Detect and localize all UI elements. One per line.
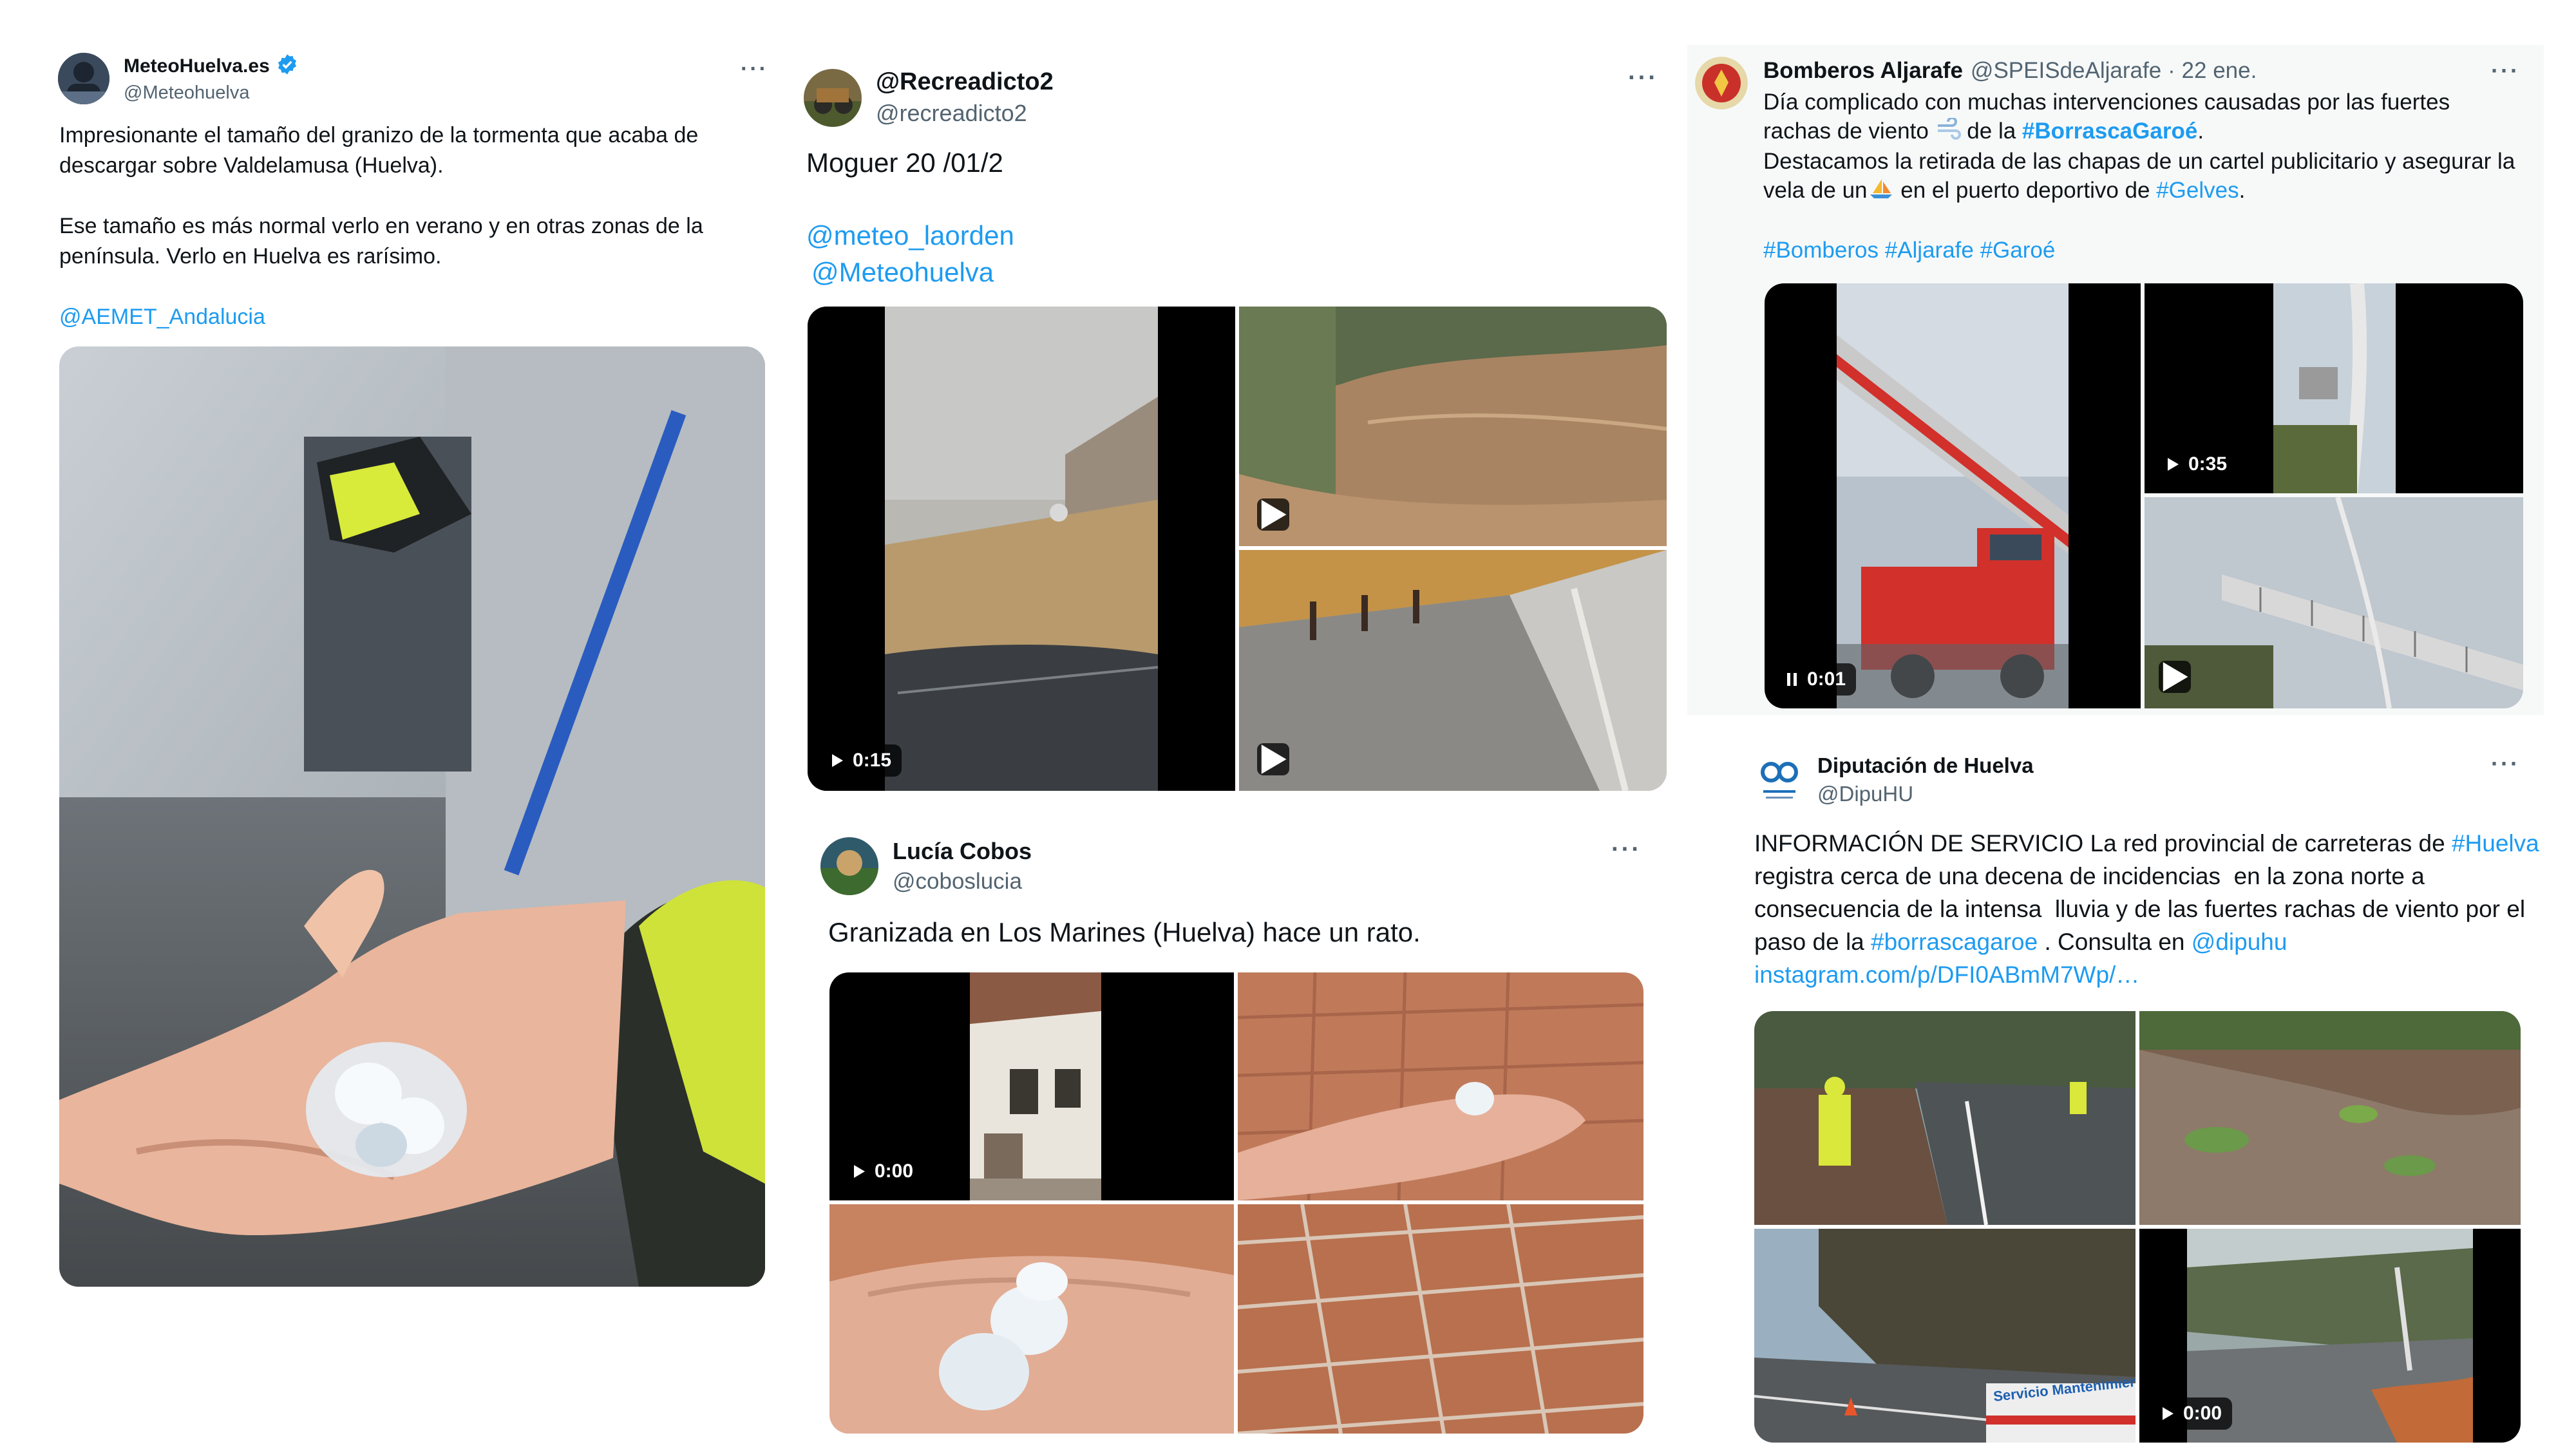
hashtag-link[interactable]: #Garoé (1980, 238, 2056, 263)
mention-link[interactable]: @AEMET_Andalucia (59, 302, 774, 332)
text-line: paso de la #borrascagaroe . Consulta en … (1754, 929, 2287, 955)
tweet-recreadicto2[interactable]: @Recreadicto2 @recreadicto2 ··· Moguer 2… (799, 39, 1674, 837)
hail-closeup-in-hand-photo[interactable] (829, 1204, 1234, 1434)
tweet-text: Moguer 20 /01/2 @meteo_laorden @Meteohue… (806, 144, 1643, 290)
tweet-diputacion-huelva[interactable]: Diputación de Huelva @DipuHU ··· INFORMA… (1687, 728, 2544, 1443)
more-options-icon[interactable]: ··· (1611, 837, 1642, 862)
text-line: consecuencia de la intensa lluvia y de l… (1754, 896, 2526, 922)
display-name[interactable]: Bomberos Aljarafe (1763, 58, 1963, 84)
video-duration: 0:01 (1807, 668, 1846, 690)
tweet-bomberos-aljarafe[interactable]: Bomberos Aljarafe @SPEISdeAljarafe · 22 … (1687, 45, 2544, 715)
display-name[interactable]: MeteoHuelva.es (124, 55, 270, 77)
play-icon (2166, 457, 2179, 471)
hashtag-link[interactable]: #Bomberos (1763, 238, 1879, 263)
play-icon (831, 753, 844, 768)
tweet-media[interactable]: 0:00 (829, 972, 1643, 1434)
text-line: vela de un en el puerto deportivo de #Ge… (1763, 176, 2536, 206)
video-duration-badge: 0:35 (2156, 448, 2238, 480)
tweet-text: Impresionante el tamaño del granizo de l… (59, 120, 774, 332)
display-name[interactable]: @Recreadicto2 (876, 68, 1054, 96)
play-icon[interactable] (1257, 743, 1289, 775)
workers-on-road-photo[interactable] (1754, 1011, 2136, 1225)
hashtag-list: #Bomberos #Aljarafe #Garoé (1763, 236, 2536, 265)
text-line: rachas de viento de la #BorrascaGaroé. (1763, 117, 2536, 147)
video-duration-badge: 0:01 (1776, 663, 1857, 696)
video-duration: 0:00 (2183, 1403, 2222, 1424)
handle[interactable]: @SPEISdeAljarafe (1971, 58, 2161, 84)
play-icon[interactable] (1257, 498, 1289, 531)
text-line: Ese tamaño es más normal verlo en verano… (59, 214, 703, 238)
url-link[interactable]: instagram.com/p/DFI0ABmM7Wp/… (1754, 958, 2544, 991)
flooded-forest-road-video[interactable]: 0:00 (2139, 1229, 2521, 1443)
white-house-video[interactable]: 0:00 (829, 972, 1234, 1200)
text-line: Destacamos la retirada de las chapas de … (1763, 149, 2515, 175)
handle[interactable]: @Meteohuelva (124, 82, 298, 104)
text-line: península. Verlo en Huelva es rarísimo. (59, 244, 442, 269)
hashtag-link[interactable]: #BorrascaGaroé (2022, 118, 2197, 144)
hail-in-hand-on-tiles-photo[interactable] (1238, 972, 1643, 1200)
hashtag-link[interactable]: #Huelva (2452, 830, 2539, 857)
hail-on-tiles-photo[interactable] (1238, 1204, 1643, 1434)
handle[interactable]: @DipuHU (1817, 782, 2034, 806)
sailboat-emoji-icon (1869, 178, 1893, 207)
play-icon (2161, 1406, 2174, 1421)
ladder-platform-video[interactable] (2145, 497, 2523, 708)
mention-link[interactable]: @Meteohuelva (806, 254, 1643, 290)
more-options-icon[interactable]: ··· (2491, 59, 2520, 82)
video-duration: 0:15 (853, 750, 892, 771)
avatar[interactable] (804, 68, 862, 127)
more-options-icon[interactable]: ··· (1628, 66, 1658, 90)
tweet-media[interactable]: Servicio Mantenimiento 0:00 (1754, 1011, 2521, 1443)
display-name[interactable]: Diputación de Huelva (1817, 753, 2034, 778)
tweet-meteohuelva[interactable]: MeteoHuelva.es @Meteohuelva ··· Impresio… (39, 39, 786, 1301)
tweet-date[interactable]: · 22 ene. (2168, 58, 2257, 84)
landslide-mud-photo[interactable] (2139, 1011, 2521, 1225)
tweet-text: Día complicado con muchas intervenciones… (1763, 88, 2536, 265)
hashtag-link[interactable]: #Aljarafe (1885, 238, 1974, 263)
tweet-media[interactable] (59, 346, 765, 1287)
fire-truck-ladder-video[interactable]: 0:01 (1765, 283, 2141, 708)
video-duration-badge: 0:15 (820, 744, 902, 777)
text-line: registra cerca de una decena de incidenc… (1754, 863, 2425, 889)
more-options-icon[interactable]: ··· (741, 58, 768, 80)
text-line: Día complicado con muchas intervenciones… (1763, 90, 2450, 115)
text-line: INFORMACIÓN DE SERVICIO La red provincia… (1754, 830, 2539, 857)
avatar[interactable] (1757, 754, 1802, 806)
pause-icon (1786, 672, 1798, 687)
tweet-media[interactable]: 0:15 (808, 307, 1667, 791)
play-icon[interactable] (2159, 661, 2191, 693)
more-options-icon[interactable]: ··· (2491, 752, 2520, 775)
tweet-media[interactable]: 0:01 0:35 (1765, 283, 2523, 708)
mention-link[interactable]: @dipuhu (2192, 929, 2287, 955)
video-duration-badge: 0:00 (842, 1155, 924, 1188)
text-line: Moguer 20 /01/2 (806, 147, 1003, 178)
rockfall-road-photo[interactable]: Servicio Mantenimiento (1754, 1229, 2136, 1443)
play-icon (853, 1164, 866, 1179)
avatar[interactable] (1695, 57, 1748, 109)
tweet-lucia-cobos[interactable]: Lucía Cobos @coboslucia ··· Granizada en… (799, 837, 1674, 1443)
avatar[interactable] (58, 53, 109, 104)
text-line: Impresionante el tamaño del granizo de l… (59, 123, 699, 147)
hailstone-in-hand-photo[interactable] (59, 346, 765, 1287)
flooded-road-video[interactable]: 0:15 (808, 307, 1235, 791)
wet-street-video[interactable] (1239, 550, 1667, 791)
text-line: Granizada en Los Marines (Huelva) hace u… (828, 917, 1421, 947)
hashtag-link[interactable]: #Gelves (2156, 178, 2239, 203)
display-name[interactable]: Lucía Cobos (893, 838, 1032, 865)
text-line: descargar sobre Valdelamusa (Huelva). (59, 153, 444, 178)
handle[interactable]: @recreadicto2 (876, 100, 1054, 127)
video-duration-badge: 0:00 (2151, 1397, 2233, 1430)
mention-link[interactable]: @meteo_laorden (806, 217, 1643, 254)
muddy-stream-video[interactable] (1239, 307, 1667, 546)
video-duration: 0:00 (875, 1160, 914, 1182)
verified-badge-icon (276, 53, 298, 79)
tweet-text: INFORMACIÓN DE SERVICIO La red provincia… (1754, 827, 2544, 991)
video-duration: 0:35 (2188, 453, 2228, 475)
handle[interactable]: @coboslucia (893, 869, 1032, 895)
hashtag-link[interactable]: #borrascagaroe (1871, 929, 2038, 955)
wind-emoji-icon (1935, 117, 1961, 147)
tweet-text: Granizada en Los Marines (Huelva) hace u… (828, 914, 1665, 951)
avatar[interactable] (820, 837, 878, 895)
sailboat-mast-video[interactable]: 0:35 (2145, 283, 2523, 493)
